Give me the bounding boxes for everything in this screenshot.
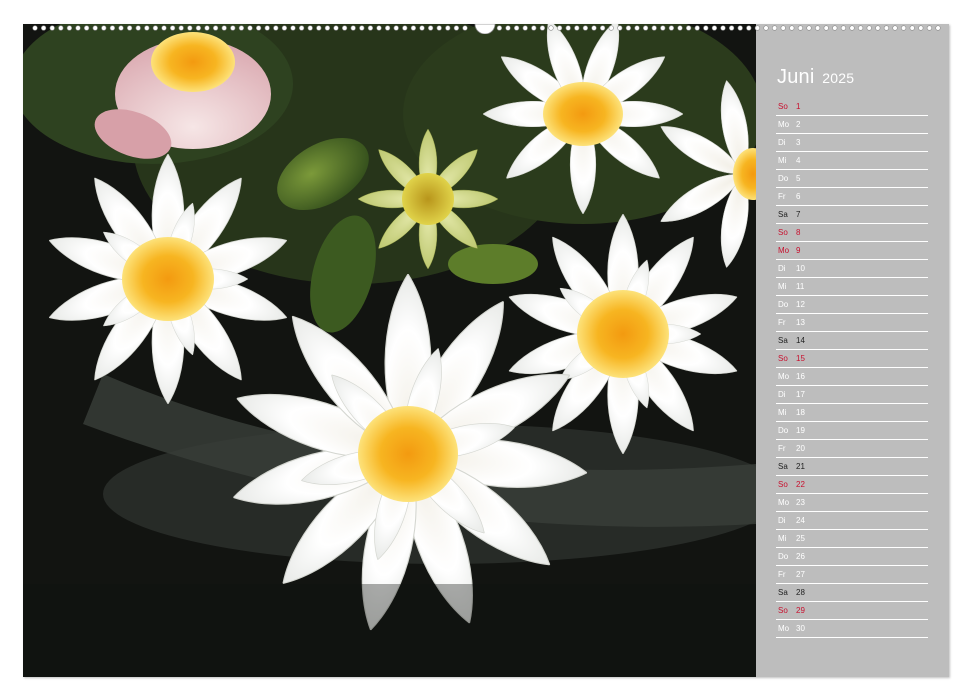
weekday-label: Mo — [778, 498, 790, 507]
day-row: Fr 6 — [776, 188, 928, 206]
weekday-label: Mi — [778, 282, 787, 291]
day-row: Mo 2 — [776, 116, 928, 134]
day-number: 4 — [796, 156, 801, 165]
day-list: So 1 Mo 2 Di 3 Mi 4 Do 5 Fr 6 Sa 7 So 8 Mo 9 Di 10 Mi 11 Do 12 F… — [776, 98, 928, 638]
weekday-label: Di — [778, 138, 786, 147]
day-number: 28 — [796, 588, 805, 597]
day-number: 17 — [796, 390, 805, 399]
day-number: 15 — [796, 354, 805, 363]
day-number: 29 — [796, 606, 805, 615]
day-number: 18 — [796, 408, 805, 417]
day-number: 7 — [796, 210, 801, 219]
weekday-label: Fr — [778, 570, 786, 579]
weekday-label: So — [778, 228, 788, 237]
day-number: 16 — [796, 372, 805, 381]
weekday-label: Do — [778, 174, 789, 183]
day-number: 14 — [796, 336, 805, 345]
day-number: 19 — [796, 426, 805, 435]
weekday-label: Fr — [778, 444, 786, 453]
month-name: Juni — [777, 66, 815, 88]
day-row: Do 12 — [776, 296, 928, 314]
day-row: Fr 27 — [776, 566, 928, 584]
weekday-label: Sa — [778, 588, 788, 597]
weekday-label: Do — [778, 300, 789, 309]
day-number: 13 — [796, 318, 805, 327]
weekday-label: So — [778, 102, 788, 111]
day-row: So 1 — [776, 98, 928, 116]
weekday-label: Mo — [778, 246, 790, 255]
day-number: 20 — [796, 444, 805, 453]
month-title: Juni 2025 — [777, 66, 854, 89]
weekday-label: Fr — [778, 318, 786, 327]
weekday-label: Fr — [778, 192, 786, 201]
day-number: 9 — [796, 246, 801, 255]
weekday-label: So — [778, 354, 788, 363]
day-number: 1 — [796, 102, 801, 111]
day-number: 25 — [796, 534, 805, 543]
day-number: 30 — [796, 624, 805, 633]
day-row: Mi 25 — [776, 530, 928, 548]
day-number: 23 — [796, 498, 805, 507]
day-row: So 29 — [776, 602, 928, 620]
day-row: Sa 21 — [776, 458, 928, 476]
day-row: Sa 14 — [776, 332, 928, 350]
calendar-page: Juni 2025 So 1 Mo 2 Di 3 Mi 4 Do 5 Fr 6 Sa 7 So 8 Mo 9 Di 1… — [23, 24, 949, 677]
weekday-label: Di — [778, 390, 786, 399]
weekday-label: Mi — [778, 156, 787, 165]
day-row: Sa 28 — [776, 584, 928, 602]
day-number: 10 — [796, 264, 805, 273]
weekday-label: Mi — [778, 534, 787, 543]
weekday-label: Sa — [778, 336, 788, 345]
day-row: So 22 — [776, 476, 928, 494]
weekday-label: Di — [778, 516, 786, 525]
day-number: 22 — [796, 480, 805, 489]
day-row: Do 19 — [776, 422, 928, 440]
day-number: 8 — [796, 228, 801, 237]
day-row: Do 5 — [776, 170, 928, 188]
day-number: 6 — [796, 192, 801, 201]
weekday-label: Mo — [778, 372, 790, 381]
day-row: Fr 20 — [776, 440, 928, 458]
weekday-label: Mi — [778, 408, 787, 417]
weekday-label: So — [778, 480, 788, 489]
day-row: Di 10 — [776, 260, 928, 278]
day-row: Mi 11 — [776, 278, 928, 296]
weekday-label: Do — [778, 426, 789, 435]
day-number: 21 — [796, 462, 805, 471]
day-row: Di 24 — [776, 512, 928, 530]
day-number: 24 — [796, 516, 805, 525]
day-row: Mi 4 — [776, 152, 928, 170]
weekday-label: Do — [778, 552, 789, 561]
day-number: 11 — [796, 282, 805, 291]
day-row: So 15 — [776, 350, 928, 368]
calendar-panel: Juni 2025 So 1 Mo 2 Di 3 Mi 4 Do 5 Fr 6 Sa 7 So 8 Mo 9 Di 1… — [756, 24, 949, 677]
day-row: Mo 30 — [776, 620, 928, 638]
day-row: So 8 — [776, 224, 928, 242]
day-row: Di 3 — [776, 134, 928, 152]
day-row: Mo 23 — [776, 494, 928, 512]
day-row: Mi 18 — [776, 404, 928, 422]
day-row: Fr 13 — [776, 314, 928, 332]
day-row: Do 26 — [776, 548, 928, 566]
month-year: 2025 — [822, 70, 855, 86]
day-number: 2 — [796, 120, 801, 129]
day-row: Di 17 — [776, 386, 928, 404]
weekday-label: Di — [778, 264, 786, 273]
weekday-label: Sa — [778, 462, 788, 471]
day-number: 12 — [796, 300, 805, 309]
day-number: 3 — [796, 138, 801, 147]
weekday-label: Mo — [778, 624, 790, 633]
day-number: 26 — [796, 552, 805, 561]
day-number: 5 — [796, 174, 801, 183]
day-number: 27 — [796, 570, 805, 579]
day-row: Sa 7 — [776, 206, 928, 224]
day-row: Mo 9 — [776, 242, 928, 260]
weekday-label: Mo — [778, 120, 790, 129]
day-row: Mo 16 — [776, 368, 928, 386]
weekday-label: Sa — [778, 210, 788, 219]
water-lilies-photo — [23, 24, 756, 677]
weekday-label: So — [778, 606, 788, 615]
